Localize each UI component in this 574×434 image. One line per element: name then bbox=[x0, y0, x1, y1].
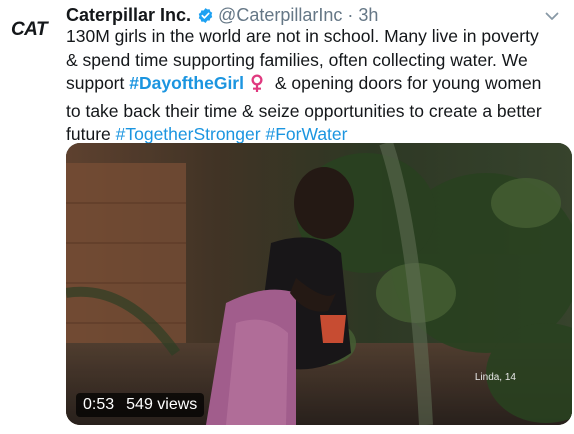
hashtag-forwater[interactable]: #ForWater bbox=[265, 124, 347, 144]
tweet-text-line: 130M girls in the world are not in schoo… bbox=[66, 26, 539, 46]
video-caption: Linda, 14 bbox=[474, 372, 516, 383]
tweet-text-line: support #DayoftheGirl & opening doors fo… bbox=[66, 72, 566, 100]
author-name[interactable]: Caterpillar Inc. bbox=[66, 5, 191, 26]
header-separator: · bbox=[347, 4, 354, 25]
hashtag-togetherstronger[interactable]: #TogetherStronger bbox=[116, 124, 261, 144]
tweet-text-fragment: future bbox=[66, 124, 116, 144]
hashtag-dayofthegirl[interactable]: #DayoftheGirl bbox=[129, 73, 244, 93]
tweet-header: Caterpillar Inc. @CaterpillarInc · 3h bbox=[66, 3, 534, 27]
tweet-text-fragment: & opening doors for young women bbox=[269, 73, 542, 93]
video-duration: 0:53 bbox=[83, 396, 115, 413]
tweet-text-line: & spend time supporting families, often … bbox=[66, 49, 528, 70]
avatar[interactable]: CAT bbox=[11, 18, 48, 42]
author-handle[interactable]: @CaterpillarInc bbox=[218, 5, 342, 26]
tweet-text: 130M girls in the world are not in schoo… bbox=[66, 25, 566, 147]
tweet-text-line: to take back their time & seize opportun… bbox=[66, 100, 542, 121]
video-views: 549 views bbox=[126, 396, 198, 413]
verified-badge-icon bbox=[197, 7, 214, 24]
video-player[interactable]: Linda, 14 0:53 549 views bbox=[66, 143, 572, 425]
chevron-down-icon[interactable] bbox=[544, 8, 560, 24]
video-stats-badge: 0:53 549 views bbox=[76, 393, 205, 417]
venus-emoji-icon bbox=[248, 73, 266, 100]
tweet-timestamp[interactable]: 3h bbox=[358, 5, 378, 26]
tweet-text-fragment: support bbox=[66, 73, 130, 93]
